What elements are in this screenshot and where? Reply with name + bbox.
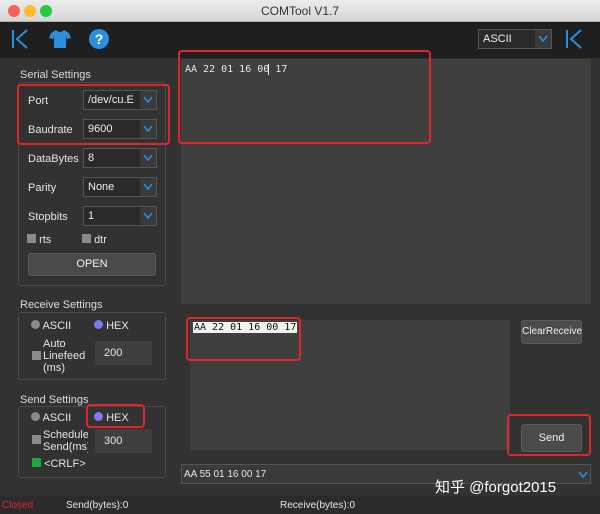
send-hex-highlight — [86, 404, 145, 428]
scheduled-send-checkbox[interactable] — [32, 435, 41, 447]
clear-receive-button[interactable]: ClearReceive — [521, 320, 582, 344]
crlf-label: <CRLF> — [44, 458, 86, 470]
window-title: COMTool V1.7 — [260, 4, 340, 18]
crlf-checkbox-box[interactable] — [32, 458, 41, 467]
watermark: 知乎 @forgot2015 — [435, 479, 557, 496]
dtr-checkbox[interactable]: dtr — [82, 234, 107, 246]
stopbits-label: Stopbits — [28, 211, 68, 223]
linefeed-input[interactable]: 200 — [95, 341, 152, 365]
send-ascii-radio-dot[interactable] — [31, 412, 40, 421]
receive-text-highlight — [178, 50, 431, 144]
databytes-label: DataBytes — [28, 153, 79, 165]
crlf-checkbox[interactable]: <CRLF> — [32, 458, 86, 470]
help-icon[interactable]: ? — [88, 28, 110, 50]
encoding-select[interactable]: ASCII — [478, 29, 552, 49]
port-baud-highlight — [17, 84, 170, 145]
send-ascii-radio[interactable]: ASCII — [31, 412, 71, 424]
send-settings-title: Send Settings — [20, 394, 89, 406]
send-history-value: AA 55 01 16 00 17 — [184, 469, 267, 480]
receive-bytes-count: Receive(bytes):0 — [280, 500, 356, 511]
scheduled-send-checkbox-box[interactable] — [32, 435, 41, 444]
databytes-select[interactable]: 8 — [83, 148, 157, 168]
receive-ascii-label: ASCII — [42, 320, 72, 332]
svg-text:?: ? — [95, 31, 104, 47]
chevron-down-icon — [140, 149, 156, 167]
dtr-checkbox-box[interactable] — [82, 234, 91, 243]
chevron-down-icon — [140, 207, 156, 225]
send-button-highlight — [507, 414, 591, 456]
auto-linefeed-checkbox-box[interactable] — [32, 351, 41, 360]
send-ascii-label: ASCII — [42, 412, 72, 424]
databytes-select-value: 8 — [88, 152, 95, 164]
chevron-down-icon — [535, 30, 551, 48]
stopbits-select[interactable]: 1 — [83, 206, 157, 226]
parity-select-value: None — [88, 181, 115, 193]
scheduled-send-input-value: 300 — [104, 435, 123, 447]
collapse-right-icon[interactable] — [564, 28, 586, 50]
skin-shirt-icon[interactable] — [48, 28, 72, 50]
receive-hex-radio-dot[interactable] — [94, 320, 103, 329]
send-text-highlight — [186, 317, 301, 361]
connection-status: Closed — [2, 500, 34, 511]
scheduled-send-label: Scheduled Send(ms) — [43, 429, 88, 453]
stopbits-select-value: 1 — [88, 210, 95, 222]
receive-settings-title: Receive Settings — [20, 299, 103, 311]
receive-ascii-radio[interactable]: ASCII — [31, 320, 71, 332]
open-button[interactable]: OPEN — [28, 253, 156, 276]
rts-label: rts — [39, 234, 52, 246]
receive-hex-label: HEX — [106, 320, 129, 332]
dtr-label: dtr — [94, 234, 107, 246]
encoding-select-value: ASCII — [483, 33, 512, 45]
receive-hex-radio[interactable]: HEX — [94, 320, 129, 332]
chevron-down-icon — [578, 470, 588, 482]
rts-checkbox-box[interactable] — [27, 234, 36, 243]
linefeed-input-value: 200 — [104, 347, 123, 359]
parity-select[interactable]: None — [83, 177, 157, 197]
auto-linefeed-checkbox[interactable] — [32, 351, 41, 363]
collapse-left-icon[interactable] — [10, 28, 32, 50]
chevron-down-icon — [140, 178, 156, 196]
rts-checkbox[interactable]: rts — [27, 234, 51, 246]
parity-label: Parity — [28, 182, 57, 194]
serial-settings-title: Serial Settings — [20, 69, 91, 81]
send-bytes-count: Send(bytes):0 — [66, 500, 129, 511]
receive-ascii-radio-dot[interactable] — [31, 320, 40, 329]
auto-linefeed-label: Auto Linefeed (ms) — [43, 338, 86, 374]
scheduled-send-input[interactable]: 300 — [95, 429, 152, 453]
